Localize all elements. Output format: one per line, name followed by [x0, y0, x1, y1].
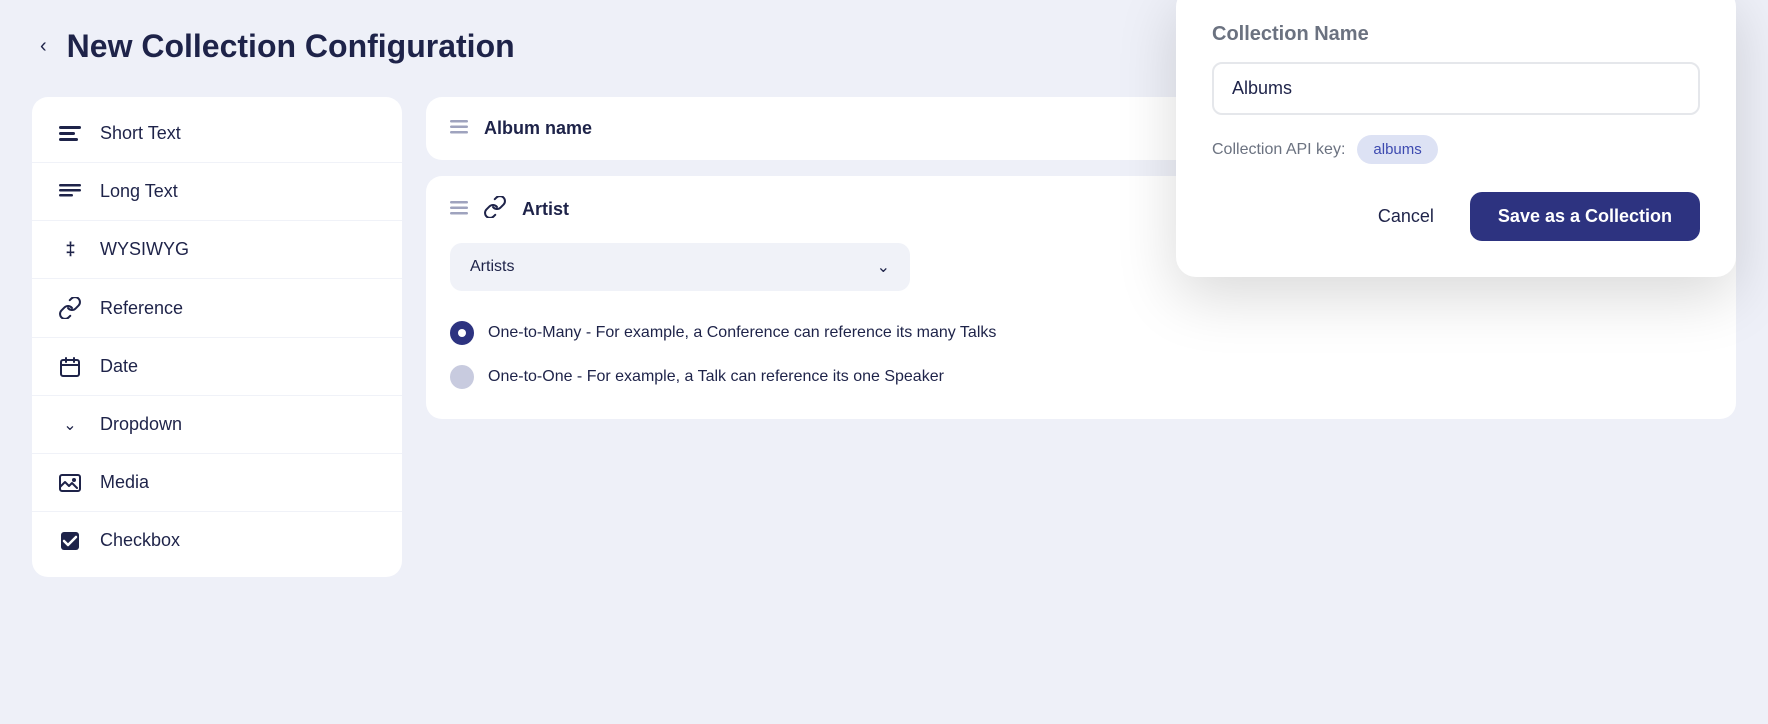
sidebar-item-label: Media	[100, 472, 149, 493]
checkbox-icon	[56, 531, 84, 551]
reference-icon	[56, 297, 84, 319]
reference-field-icon	[484, 196, 506, 223]
artists-select[interactable]: Artists ⌄	[450, 243, 910, 291]
api-key-badge: albums	[1357, 135, 1437, 164]
sidebar-item-label: Checkbox	[100, 530, 180, 551]
page-title: New Collection Configuration	[67, 28, 515, 65]
radio-selected-icon	[450, 321, 474, 345]
sidebar-item-label: WYSIWYG	[100, 239, 189, 260]
sidebar-item-wysiwyg[interactable]: ‡ WYSIWYG	[32, 221, 402, 279]
sidebar-item-dropdown[interactable]: ⌄ Dropdown	[32, 396, 402, 454]
radio-option-one-to-many[interactable]: One-to-Many - For example, a Conference …	[450, 311, 1712, 355]
sidebar-item-label: Long Text	[100, 181, 178, 202]
drag-handle-icon	[450, 117, 468, 140]
api-key-label: Collection API key:	[1212, 141, 1345, 159]
radio-unselected-icon	[450, 365, 474, 389]
sidebar-item-checkbox[interactable]: Checkbox	[32, 512, 402, 569]
sidebar-item-label: Short Text	[100, 123, 181, 144]
drag-handle-icon	[450, 198, 468, 221]
modal-actions: Cancel Save as a Collection	[1212, 192, 1700, 241]
long-text-icon	[56, 184, 84, 200]
radio-option-label: One-to-Many - For example, a Conference …	[488, 324, 996, 342]
page: ‹ New Collection Configuration Album nam…	[0, 0, 1768, 724]
media-icon	[56, 474, 84, 492]
sidebar-item-short-text[interactable]: Short Text	[32, 105, 402, 163]
sidebar-item-media[interactable]: Media	[32, 454, 402, 512]
artist-field-label: Artist	[522, 199, 569, 220]
sidebar-item-reference[interactable]: Reference	[32, 279, 402, 338]
cancel-button[interactable]: Cancel	[1362, 194, 1450, 239]
album-name-field-label: Album name	[484, 118, 592, 139]
sidebar-item-label: Dropdown	[100, 414, 182, 435]
artists-select-label: Artists	[470, 258, 514, 276]
header-left: ‹ New Collection Configuration	[32, 28, 515, 65]
back-button[interactable]: ‹	[32, 31, 55, 62]
radio-option-one-to-one[interactable]: One-to-One - For example, a Talk can ref…	[450, 355, 1712, 399]
main-layout: Short Text Long Text ‡ WYSIWYG	[32, 97, 1736, 711]
sidebar-item-long-text[interactable]: Long Text	[32, 163, 402, 221]
modal-title: Collection Name	[1212, 23, 1700, 46]
short-text-icon	[56, 126, 84, 142]
collection-name-input[interactable]	[1212, 62, 1700, 115]
api-key-row: Collection API key: albums	[1212, 135, 1700, 164]
save-collection-modal: Collection Name Collection API key: albu…	[1176, 0, 1736, 277]
sidebar: Short Text Long Text ‡ WYSIWYG	[32, 97, 402, 577]
date-icon	[56, 357, 84, 377]
radio-option-label: One-to-One - For example, a Talk can ref…	[488, 368, 944, 386]
chevron-down-icon: ⌄	[877, 257, 890, 277]
dropdown-icon: ⌄	[56, 415, 84, 435]
content-area: Album name	[426, 97, 1736, 711]
sidebar-item-label: Reference	[100, 298, 183, 319]
wysiwyg-icon: ‡	[56, 239, 84, 260]
sidebar-item-label: Date	[100, 356, 138, 377]
sidebar-item-date[interactable]: Date	[32, 338, 402, 396]
save-collection-button[interactable]: Save as a Collection	[1470, 192, 1700, 241]
